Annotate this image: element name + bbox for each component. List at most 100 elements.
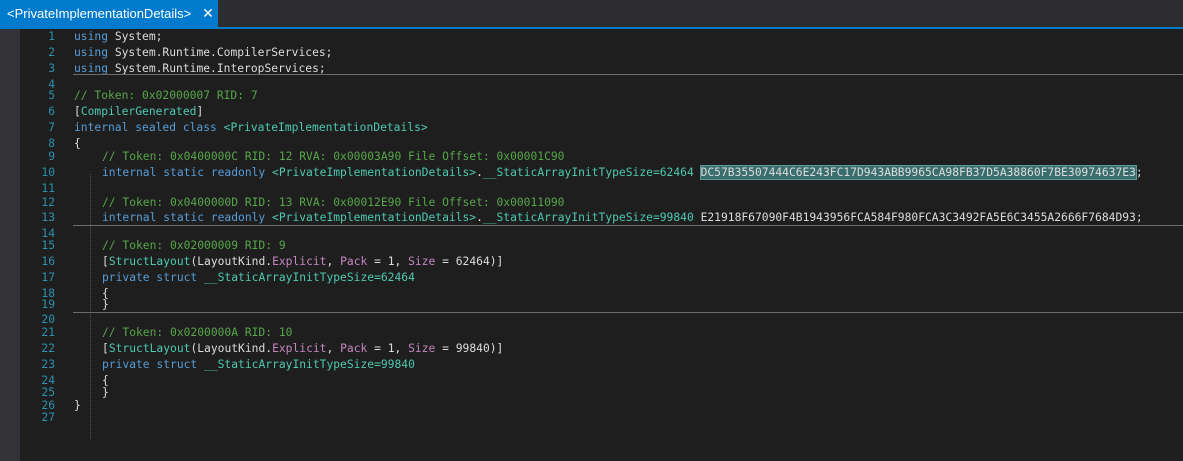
line-number: 15 [41, 239, 55, 252]
line-number: 22 [41, 342, 55, 355]
brace: } [102, 298, 109, 311]
keyword: internal static readonly [102, 211, 266, 224]
code-line-17: 17 private struct __StaticArrayInitTypeS… [20, 270, 1183, 286]
code-line-19: 19 } [20, 297, 1183, 313]
comment: // Token: 0x0400000C RID: 12 RVA: 0x0000… [102, 150, 565, 163]
code-text: [CompilerGenerated] [74, 104, 203, 120]
punct: (LayoutKind. [190, 255, 273, 268]
property-name: Pack [340, 342, 368, 355]
code-text: internal sealed class <PrivateImplementa… [74, 120, 428, 136]
field-name[interactable]: E21918F67090F4B1943956FCA584F980FCA3C349… [701, 211, 1136, 224]
code-text: private struct __StaticArrayInitTypeSize… [102, 357, 415, 373]
code-line-12: 12 // Token: 0x0400000D RID: 13 RVA: 0x0… [20, 195, 1183, 211]
comment: // Token: 0x02000007 RID: 7 [74, 89, 258, 102]
property-name: Size [408, 255, 436, 268]
code-line-13: 13 internal static readonly <PrivateImpl… [20, 210, 1183, 226]
struct-name: __StaticArrayInitTypeSize=62464 [204, 271, 415, 284]
code-line-21: 21 // Token: 0x0200000A RID: 10 [20, 325, 1183, 341]
code-text: // Token: 0x02000009 RID: 9 [102, 238, 286, 254]
type-name: <PrivateImplementationDetails> [223, 121, 428, 134]
attribute: CompilerGenerated [80, 105, 197, 118]
tab-private-implementation-details[interactable]: <PrivateImplementationDetails> ✕ [0, 0, 218, 27]
punct: = 1, [367, 342, 409, 355]
code-line-1: 1 using System; [20, 29, 1183, 45]
code-text: [StructLayout(LayoutKind.Explicit, Pack … [102, 341, 503, 357]
keyword: private struct [102, 271, 198, 284]
keyword: private struct [102, 358, 198, 371]
line-number: 3 [48, 62, 55, 75]
code-line-23: 23 private struct __StaticArrayInitTypeS… [20, 357, 1183, 373]
line-number: 16 [41, 255, 55, 268]
code-line-15: 15 // Token: 0x02000009 RID: 9 [20, 238, 1183, 254]
punct: = 1, [367, 255, 409, 268]
comment: // Token: 0x02000009 RID: 9 [102, 239, 286, 252]
punct: [ [74, 105, 81, 118]
punct: ; [1135, 166, 1143, 179]
code-text: [StructLayout(LayoutKind.Explicit, Pack … [102, 254, 503, 270]
struct-name: __StaticArrayInitTypeSize=99840 [482, 211, 694, 224]
property-name: Pack [340, 255, 368, 268]
property-name: Size [408, 342, 436, 355]
enum-value: Explicit [272, 342, 327, 355]
comment: // Token: 0x0400000D RID: 13 RVA: 0x0001… [102, 196, 565, 209]
punct: , [326, 342, 341, 355]
keyword: using [74, 30, 109, 43]
code-text: private struct __StaticArrayInitTypeSize… [102, 270, 415, 286]
code-text: // Token: 0x0400000D RID: 13 RVA: 0x0001… [102, 195, 565, 211]
tab-bar: <PrivateImplementationDetails> ✕ [0, 0, 1183, 27]
line-number: 19 [41, 298, 55, 311]
code-text: // Token: 0x02000007 RID: 7 [74, 88, 258, 104]
punct: . [476, 166, 483, 179]
keyword: internal sealed class [74, 121, 217, 134]
struct-name: __StaticArrayInitTypeSize=62464 [482, 166, 694, 179]
punct: ; [1135, 211, 1143, 224]
code-line-16: 16 [StructLayout(LayoutKind.Explicit, Pa… [20, 254, 1183, 270]
punct: ; [155, 30, 163, 43]
code-line-7: 7 internal sealed class <PrivateImplemen… [20, 120, 1183, 136]
line-number: 1 [48, 30, 55, 43]
keyword: internal static readonly [102, 166, 266, 179]
block-separator [73, 74, 1183, 75]
punct: . [476, 211, 483, 224]
punct: ; [325, 46, 333, 59]
punct: (LayoutKind. [190, 342, 273, 355]
code-line-6: 6 [CompilerGenerated] [20, 104, 1183, 120]
line-number: 27 [41, 411, 55, 424]
close-icon[interactable]: ✕ [200, 0, 216, 27]
punct: ] [196, 105, 204, 118]
line-number: 6 [48, 105, 55, 118]
code-editor[interactable]: 1 using System; 2 using System.Runtime.C… [20, 29, 1183, 461]
line-number: 5 [48, 89, 55, 102]
code-text: using System.Runtime.CompilerServices; [74, 45, 332, 61]
comment: // Token: 0x0200000A RID: 10 [102, 326, 293, 339]
namespace: System.Runtime.CompilerServices [114, 46, 326, 59]
struct-name: __StaticArrayInitTypeSize=99840 [204, 358, 415, 371]
type-name: <PrivateImplementationDetails> [272, 166, 477, 179]
code-text: } [102, 297, 109, 313]
attribute: StructLayout [108, 255, 191, 268]
punct: [ [102, 255, 109, 268]
code-line-9: 9 // Token: 0x0400000C RID: 12 RVA: 0x00… [20, 149, 1183, 165]
line-number: 12 [41, 196, 55, 209]
line-number: 17 [41, 271, 55, 284]
line-number: 2 [48, 46, 55, 59]
code-line-2: 2 using System.Runtime.CompilerServices; [20, 45, 1183, 61]
punct: , [326, 255, 341, 268]
code-text: // Token: 0x0400000C RID: 12 RVA: 0x0000… [102, 149, 565, 165]
code-text: internal static readonly <PrivateImpleme… [102, 210, 1143, 226]
attribute: StructLayout [108, 342, 191, 355]
code-text: using System; [74, 29, 162, 45]
line-number: 21 [41, 326, 55, 339]
line-number: 7 [48, 121, 55, 134]
line-number: 13 [41, 211, 55, 224]
left-margin-strip [0, 29, 20, 461]
line-number: 10 [41, 166, 55, 179]
punct: = 62464)] [435, 255, 504, 268]
code-line-27: 27 [20, 410, 1183, 426]
code-text: // Token: 0x0200000A RID: 10 [102, 325, 292, 341]
keyword: using [74, 46, 109, 59]
line-number: 9 [48, 150, 55, 163]
code-line-22: 22 [StructLayout(LayoutKind.Explicit, Pa… [20, 341, 1183, 357]
line-number: 23 [41, 358, 55, 371]
selected-field-name[interactable]: DC57B35507444C6E243FC17D943ABB9965CA98FB… [699, 165, 1137, 180]
